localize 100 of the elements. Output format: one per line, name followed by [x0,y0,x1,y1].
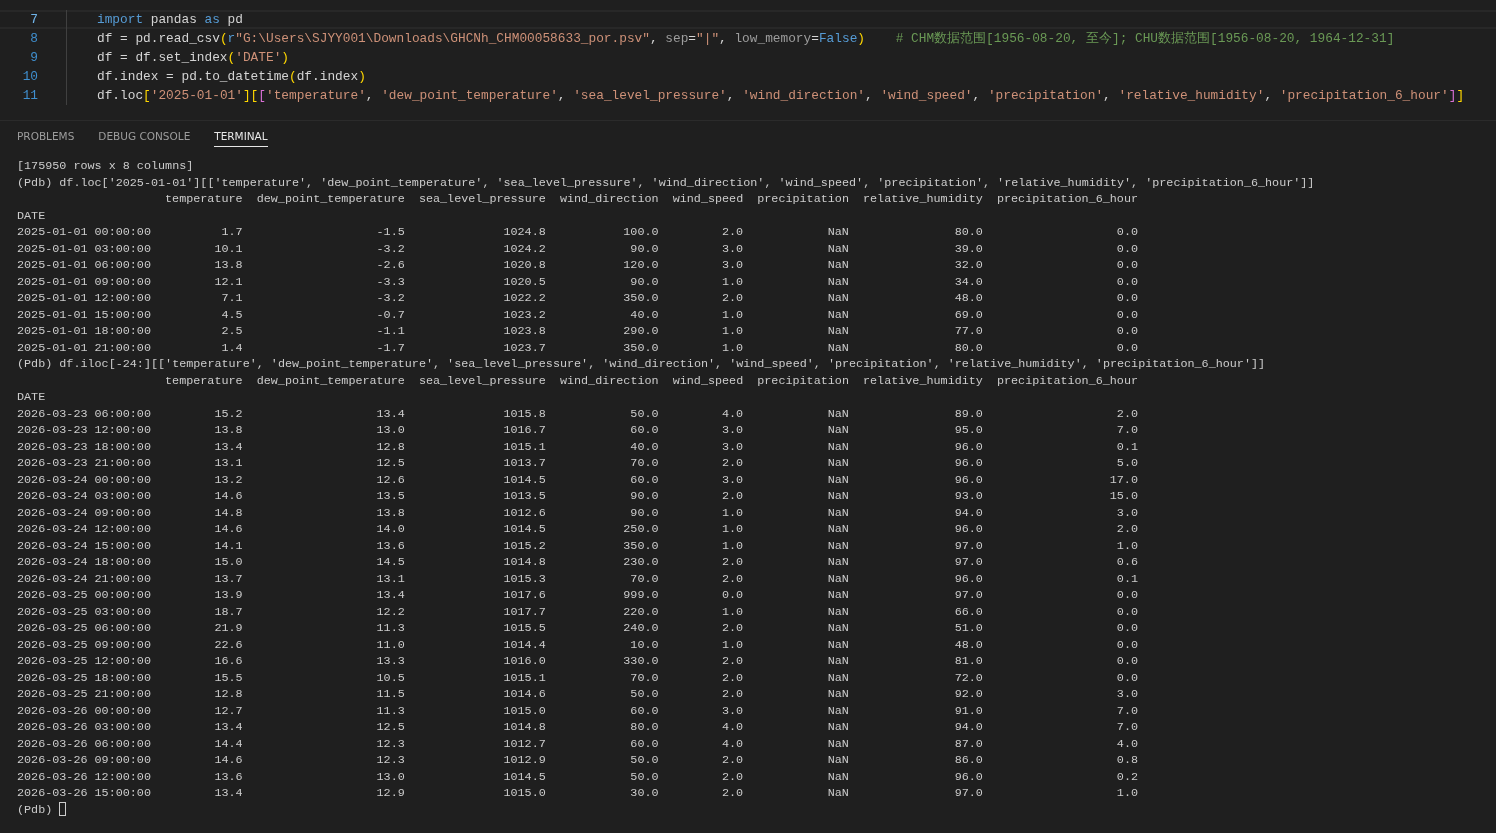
table-cell-text: 7.0 [1115,702,1138,719]
table-cell-text: 12.5 [375,719,405,736]
table-cell-text: 50.0 [629,768,659,785]
table-cell-text: 91.0 [953,702,983,719]
table-cell-text: 70.0 [629,455,659,472]
table-cell-text: 1014.6 [502,686,546,703]
table-cell-text: 0.0 [1115,224,1138,241]
table-cell-text: -3.2 [375,290,405,307]
table-cell-text: NaN [826,636,849,653]
table-cell-text: 90.0 [629,273,659,290]
index-name: DATE [17,389,46,406]
table-cell-text: 1020.8 [502,257,546,274]
table-cell-text: NaN [826,273,849,290]
table-cell-text: 60.0 [629,735,659,752]
column-header: relative_humidity [863,191,983,208]
table-cell-text: 13.1 [375,570,405,587]
table-cell-text: NaN [826,669,849,686]
table-cell-text: NaN [826,521,849,538]
table-cell-text: 0.0 [1115,603,1138,620]
index-cell: 2026-03-24 09:00:00 [17,504,151,521]
table-cell-text: 1.0 [1115,785,1138,802]
table-cell-text: 330.0 [622,653,659,670]
table-cell-text: NaN [826,785,849,802]
table-cell-text: 13.8 [213,257,243,274]
table-cell-text: NaN [826,768,849,785]
table-cell-text: 1014.4 [502,636,546,653]
table-cell-text: 2.0 [721,455,744,472]
table-cell-text: 7.1 [220,290,243,307]
table-cell-text: 70.0 [629,669,659,686]
table-cell-text: 90.0 [629,240,659,257]
table-cell-text: 14.6 [213,488,243,505]
table-cell-text: 13.4 [213,438,243,455]
table-cell-text: 16.6 [213,653,243,670]
table-cell-text: 1.0 [721,339,744,356]
table-cell-text: NaN [826,224,849,241]
table-cell-text: 13.1 [213,455,243,472]
column-header: wind_direction [559,372,659,389]
index-cell: 2026-03-26 15:00:00 [17,785,151,802]
table-cell-text: 81.0 [953,653,983,670]
index-cell: 2026-03-26 09:00:00 [17,752,151,769]
table-cell-text: 13.0 [375,422,405,439]
table-cell-text: 96.0 [953,471,983,488]
table-cell-text: NaN [826,471,849,488]
table-cell-text: 10.5 [375,669,405,686]
table-cell-text: 22.6 [213,636,243,653]
terminal-line: (Pdb) df.iloc[-24:][['temperature', 'dew_point_temperature', 'sea_level_pressure', 'wind_direction', 'wind_speed', 'precipitation', 'relative_humidity', 'precipitation_6_hour']] [17,357,1266,371]
column-header: wind_speed [672,372,744,389]
table-cell-text: 87.0 [953,735,983,752]
table-cell-text: 13.0 [375,768,405,785]
table-cell-text: 77.0 [953,323,983,340]
table-cell-text: NaN [826,587,849,604]
table-cell-text: 1.0 [721,521,744,538]
panel-tab[interactable]: DEBUG CONSOLE [98,130,191,147]
table-cell-text: 12.7 [213,702,243,719]
table-cell-text: 3.0 [1115,686,1138,703]
table-cell-text: 1.0 [721,603,744,620]
table-cell-text: -3.2 [375,240,405,257]
table-cell-text: 1022.2 [502,290,546,307]
table-cell-text: 1023.8 [502,323,546,340]
table-cell-text: 1015.0 [502,785,546,802]
index-cell: 2026-03-25 09:00:00 [17,636,151,653]
table-cell-text: 13.4 [375,587,405,604]
table-cell-text: 2.0 [721,653,744,670]
table-cell-text: 1012.7 [502,735,546,752]
column-header: precipitation_6_hour [996,191,1138,208]
index-cell: 2026-03-24 00:00:00 [17,471,151,488]
table-cell-text: NaN [826,752,849,769]
index-cell: 2026-03-25 18:00:00 [17,669,151,686]
table-cell-text: NaN [826,290,849,307]
table-cell-text: 15.0 [213,554,243,571]
table-cell-text: 11.3 [375,620,405,637]
column-header: sea_level_pressure [418,191,546,208]
table-cell-text: 17.0 [1108,471,1138,488]
table-cell-text: 1024.2 [502,240,546,257]
table-cell-text: 95.0 [953,422,983,439]
table-cell-text: 14.1 [213,537,243,554]
table-cell-text: 1015.0 [502,702,546,719]
table-cell-text: 120.0 [622,257,659,274]
table-cell-text: 51.0 [953,620,983,637]
table-cell-text: 93.0 [953,488,983,505]
table-cell-text: 2.0 [721,620,744,637]
table-cell-text: 15.2 [213,405,243,422]
table-cell-text: 12.3 [375,735,405,752]
table-cell-text: NaN [826,306,849,323]
table-cell-text: NaN [826,240,849,257]
table-cell-text: 240.0 [622,620,659,637]
column-header: dew_point_temperature [256,191,405,208]
panel-tab[interactable]: TERMINAL [214,130,268,147]
table-cell-text: 40.0 [629,438,659,455]
table-cell-text: 1016.7 [502,422,546,439]
table-cell-text: 80.0 [953,339,983,356]
table-cell-text: 70.0 [629,570,659,587]
terminal-line: [175950 rows x 8 columns] [17,159,194,173]
panel-tab[interactable]: PROBLEMS [17,130,75,147]
table-cell-text: 48.0 [953,636,983,653]
table-cell-text: 50.0 [629,686,659,703]
table-cell-text: 12.9 [375,785,405,802]
table-cell-text: NaN [826,686,849,703]
table-cell-text: 13.2 [213,471,243,488]
table-cell-text: 11.3 [375,702,405,719]
